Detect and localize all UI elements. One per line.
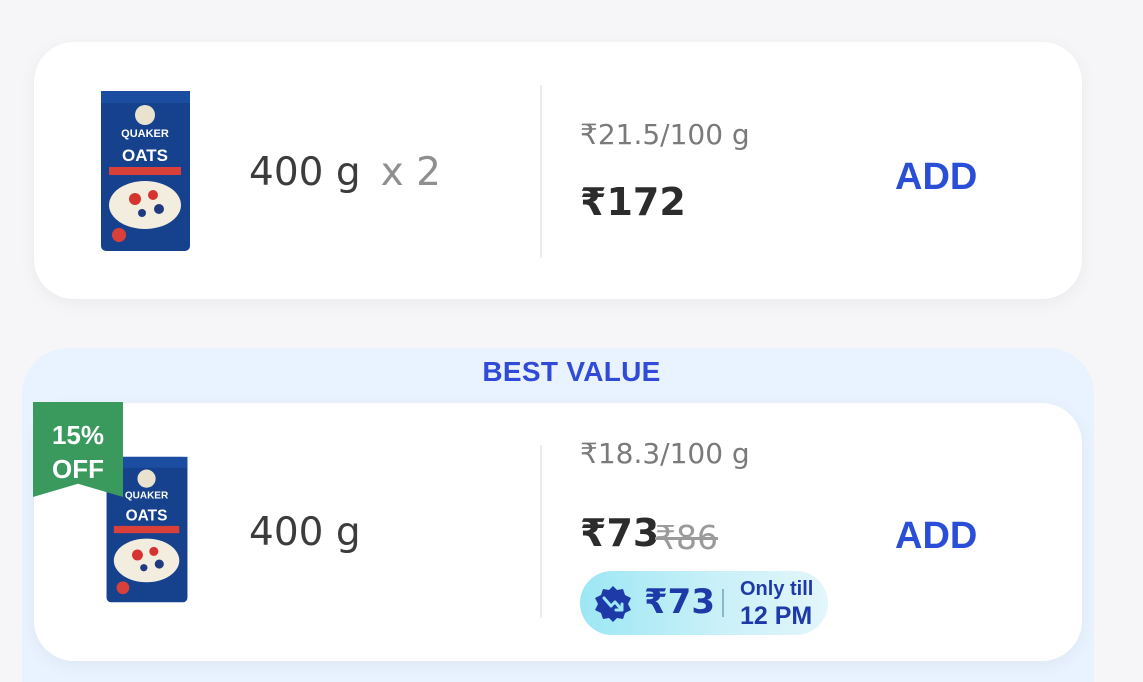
best-value-label: BEST VALUE: [482, 356, 661, 387]
size-label: 400 gx 2: [249, 150, 441, 195]
deal-timer-caption: Only till: [740, 578, 814, 600]
svg-text:QUAKER: QUAKER: [121, 128, 169, 140]
add-button[interactable]: ADD: [895, 156, 977, 199]
discount-percent: 15%: [51, 420, 105, 450]
deal-separator: [722, 589, 724, 617]
divider: [540, 445, 542, 618]
svg-text:QUAKER: QUAKER: [125, 491, 169, 502]
svg-text:OATS: OATS: [126, 507, 168, 524]
quantity-multiplier: x 2: [380, 150, 441, 195]
price: ₹73: [580, 511, 660, 555]
deal-price: ₹73: [644, 582, 715, 622]
price-drop-badge-icon: [595, 586, 631, 622]
unit-price: ₹18.3/100 g: [580, 437, 750, 470]
quaker-oats-pack-image: QUAKER OATS: [101, 91, 190, 251]
mrp-strikethrough: ₹86: [655, 518, 718, 557]
svg-text:OATS: OATS: [122, 146, 168, 165]
discount-off: OFF: [52, 454, 104, 484]
size-label: 400 g: [249, 510, 361, 555]
unit-price: ₹21.5/100 g: [580, 118, 750, 151]
deal-timer-value: 12 PM: [740, 602, 813, 630]
time-deal-pill[interactable]: ₹73 Only till 12 PM: [580, 571, 828, 635]
price: ₹172: [580, 180, 686, 224]
discount-badge: 15% OFF: [33, 402, 123, 497]
add-button[interactable]: ADD: [895, 515, 977, 558]
divider: [540, 85, 542, 258]
